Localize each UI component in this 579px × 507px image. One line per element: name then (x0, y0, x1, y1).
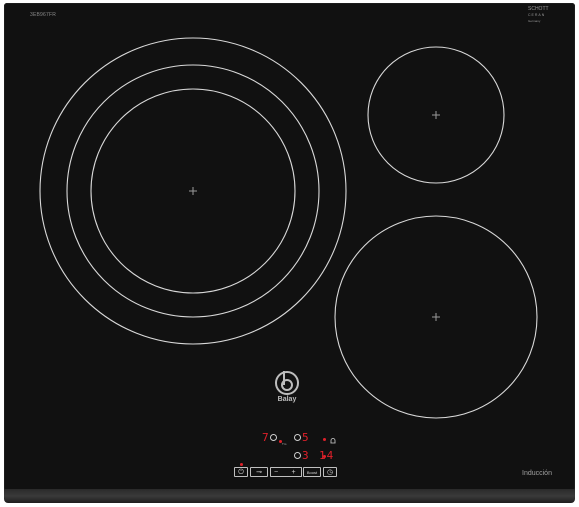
timer-sub-label: Tm (282, 442, 287, 446)
zone-small-center-mark (432, 111, 440, 119)
balay-logo-icon (275, 371, 299, 395)
brand-logo: Balay (270, 368, 304, 408)
zone-top-indicator-dot (323, 438, 326, 441)
zone-bottom-left-display: 3 (302, 449, 310, 462)
cooking-zones (39, 37, 538, 419)
timer-button[interactable]: ◷ (323, 467, 337, 477)
lock-button[interactable]: ⊸ (250, 467, 268, 477)
power-button[interactable]: ⏻ (234, 467, 248, 477)
zone-bottom-right-display: 14 (319, 449, 335, 462)
timer-select-ring[interactable] (270, 434, 277, 441)
zone-select-bottom-ring[interactable] (294, 452, 301, 459)
brand-name: Balay (277, 396, 297, 403)
bell-icon (330, 438, 336, 444)
zone-large-center-mark (189, 187, 197, 195)
zone-medium-center-mark (432, 313, 440, 321)
boost-button[interactable]: Boost (303, 467, 321, 477)
zone-select-top-ring[interactable] (294, 434, 301, 441)
power-indicator-dot (240, 463, 243, 466)
zone-top-display: 5 (302, 431, 310, 444)
technology-label: Inducción (522, 470, 552, 477)
timer-display: 7 (262, 431, 270, 444)
plus-button[interactable]: + (286, 467, 302, 477)
